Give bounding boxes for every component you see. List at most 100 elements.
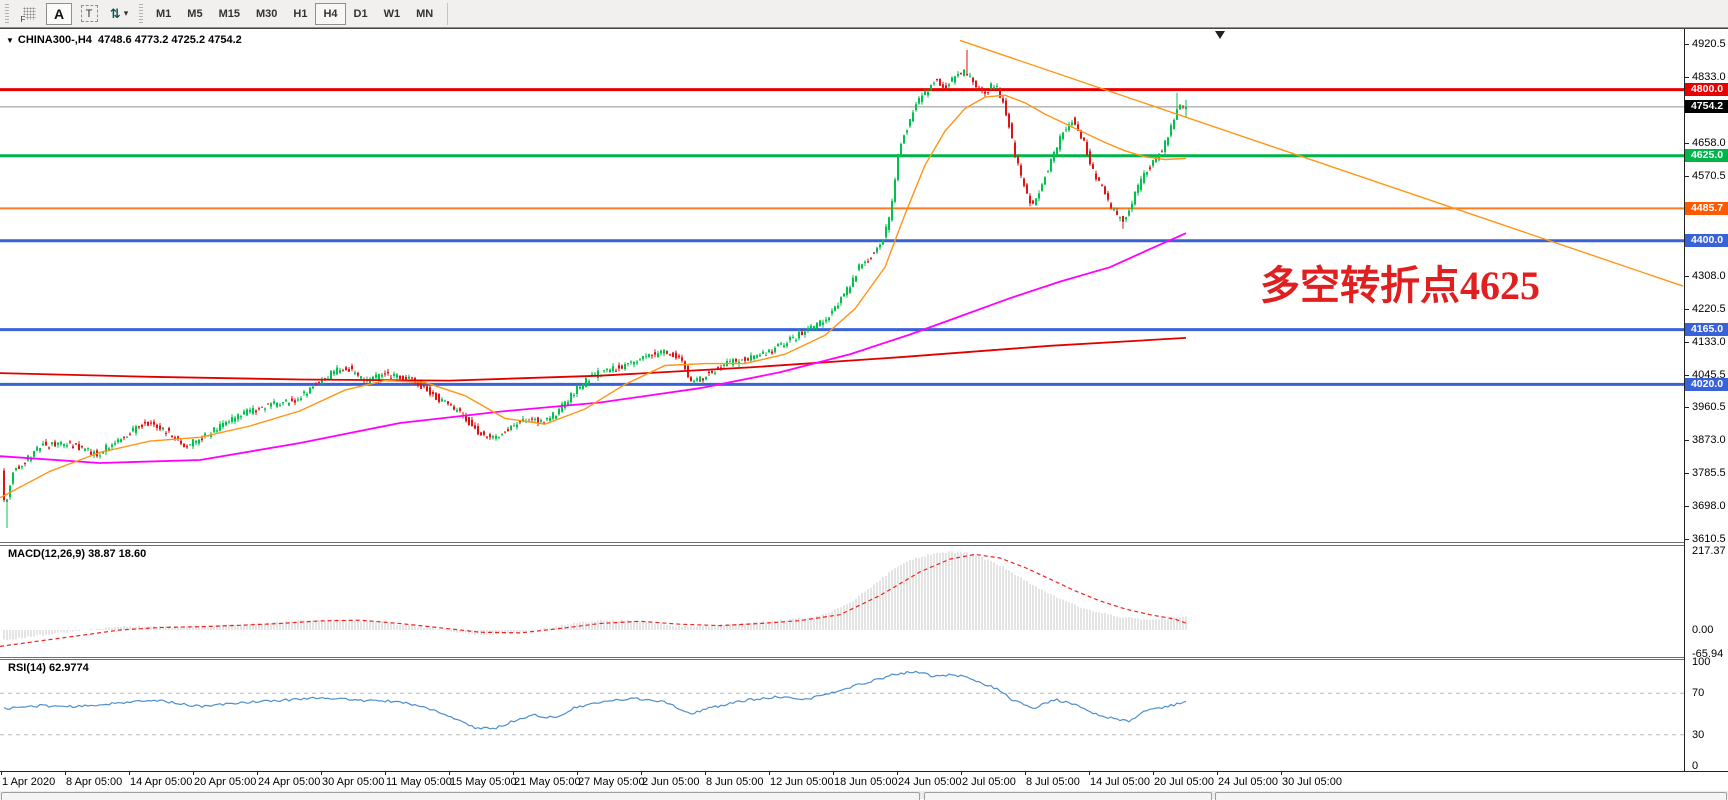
rsi-indicator-pane[interactable] (0, 660, 1684, 771)
arrows-tool-button[interactable]: ⇅ ▾ (106, 3, 132, 25)
toolbar-separator (447, 3, 448, 25)
price-level-label-4754.2: 4754.2 (1685, 100, 1728, 113)
rsi-line (4, 671, 1186, 729)
macd-label: MACD(12,26,9) 38.87 18.60 (8, 548, 146, 560)
time-axis-label: 8 Apr 05:00 (66, 776, 122, 788)
tf-button-W1[interactable]: W1 (376, 3, 409, 25)
tf-button-M15[interactable]: M15 (211, 3, 248, 25)
time-axis-label: 24 Jul 05:00 (1218, 776, 1278, 788)
rsi-axis-label: 30 (1692, 729, 1704, 741)
rsi-axis-label: 100 (1692, 656, 1710, 668)
time-tick-mark (129, 772, 130, 775)
price-tick-label: 3873.0 (1692, 434, 1726, 446)
tf-button-M30[interactable]: M30 (248, 3, 285, 25)
grid-f-label: F (21, 15, 26, 24)
chinese-annotation-text: 多空转折点4625 (1260, 253, 1540, 311)
price-tick-label: 4920.5 (1692, 38, 1726, 50)
price-tick-mark (1685, 539, 1689, 540)
text-box-tool-button[interactable]: T (76, 3, 102, 25)
time-tick-mark (1025, 772, 1026, 775)
time-tick-mark (257, 772, 258, 775)
tf-button-H4[interactable]: H4 (315, 3, 345, 25)
price-tick-mark (1685, 375, 1689, 376)
price-tick-label: 4833.0 (1692, 71, 1726, 83)
text-label-tool-button[interactable]: A (46, 3, 72, 25)
top-toolbar: F A T ⇅ ▾ M1M5M15M30H1H4D1W1MN (0, 0, 1728, 28)
macd-signal-line (0, 554, 1186, 646)
dotted-grid-f-icon: F (23, 7, 36, 20)
price-tick-label: 4308.0 (1692, 270, 1726, 282)
time-axis-label: 14 Jul 05:00 (1090, 776, 1150, 788)
tf-button-MN[interactable]: MN (408, 3, 441, 25)
chart-shift-marker-icon (1215, 31, 1225, 39)
tf-button-D1[interactable]: D1 (346, 3, 376, 25)
macd-indicator-pane[interactable] (0, 546, 1684, 657)
time-tick-mark (961, 772, 962, 775)
time-axis-label: 15 May 05:00 (450, 776, 517, 788)
macd-axis-label: 217.37 (1692, 545, 1726, 557)
price-level-label-4400.0: 4400.0 (1685, 234, 1728, 247)
time-tick-mark (449, 772, 450, 775)
chart-tab[interactable] (1215, 792, 1727, 800)
time-axis[interactable]: 1 Apr 20208 Apr 05:0014 Apr 05:0020 Apr … (0, 771, 1728, 791)
chart-tab[interactable] (1, 792, 920, 800)
price-tick-mark (1685, 77, 1689, 78)
timeframe-button-group: M1M5M15M30H1H4D1W1MN (148, 3, 441, 25)
descending-trendline (960, 40, 1683, 286)
time-tick-mark (1089, 772, 1090, 775)
time-axis-label: 30 Jul 05:00 (1282, 776, 1342, 788)
price-tick-mark (1685, 473, 1689, 474)
rsi-axis-label: 0 (1692, 760, 1698, 772)
ohlc-readout: 4748.6 4773.2 4725.2 4754.2 (98, 34, 242, 46)
time-tick-mark (641, 772, 642, 775)
tf-button-H1[interactable]: H1 (285, 3, 315, 25)
symbol-dropdown-triangle-icon[interactable]: ▼ (6, 36, 14, 45)
tf-button-M5[interactable]: M5 (179, 3, 210, 25)
time-tick-mark (513, 772, 514, 775)
price-level-label-4165.0: 4165.0 (1685, 323, 1728, 336)
chart-tab[interactable] (924, 792, 1212, 800)
pattern-tool-button[interactable]: F (16, 3, 42, 25)
time-tick-mark (385, 772, 386, 775)
price-tick-label: 4658.0 (1692, 137, 1726, 149)
tf-button-M1[interactable]: M1 (148, 3, 179, 25)
time-tick-mark (1281, 772, 1282, 775)
text-box-t-icon: T (81, 5, 98, 22)
time-axis-label: 8 Jul 05:00 (1026, 776, 1080, 788)
price-level-label-4485.7: 4485.7 (1685, 202, 1728, 215)
price-tick-label: 4133.0 (1692, 336, 1726, 348)
time-tick-mark (897, 772, 898, 775)
toolbar-drag-handle[interactable] (5, 4, 9, 24)
price-tick-mark (1685, 143, 1689, 144)
dropdown-caret-icon: ▾ (124, 8, 129, 19)
price-tick-mark (1685, 44, 1689, 45)
time-tick-mark (769, 772, 770, 775)
time-axis-label: 18 Jun 05:00 (834, 776, 898, 788)
chart-window[interactable]: ▼ CHINA300-,H4 4748.6 4773.2 4725.2 4754.… (0, 28, 1728, 798)
price-tick-label: 3698.0 (1692, 500, 1726, 512)
price-tick-label: 3960.5 (1692, 401, 1726, 413)
price-tick-mark (1685, 440, 1689, 441)
price-tick-mark (1685, 342, 1689, 343)
price-level-label-4625.0: 4625.0 (1685, 149, 1728, 162)
time-axis-label: 1 Apr 2020 (2, 776, 55, 788)
time-axis-label: 11 May 05:00 (386, 776, 452, 788)
time-tick-mark (1217, 772, 1218, 775)
time-axis-label: 14 Apr 05:00 (130, 776, 192, 788)
time-axis-label: 24 Apr 05:00 (258, 776, 320, 788)
chart-title: ▼ CHINA300-,H4 4748.6 4773.2 4725.2 4754.… (6, 34, 242, 46)
time-tick-mark (65, 772, 66, 775)
time-axis-label: 24 Jun 05:00 (898, 776, 962, 788)
price-axis[interactable]: 4920.54833.04658.04570.54308.04220.54133… (1684, 29, 1728, 771)
time-axis-label: 20 Jul 05:00 (1154, 776, 1214, 788)
price-level-label-4020.0: 4020.0 (1685, 378, 1728, 391)
symbol-timeframe-label: CHINA300-,H4 (18, 34, 92, 46)
time-axis-label: 30 Apr 05:00 (322, 776, 384, 788)
price-tick-label: 3785.5 (1692, 467, 1726, 479)
price-tick-mark (1685, 309, 1689, 310)
timeframe-group-handle[interactable] (139, 4, 143, 24)
time-axis-label: 2 Jul 05:00 (962, 776, 1016, 788)
text-label-a-icon: A (54, 6, 64, 22)
time-tick-mark (833, 772, 834, 775)
price-tick-label: 4220.5 (1692, 303, 1726, 315)
